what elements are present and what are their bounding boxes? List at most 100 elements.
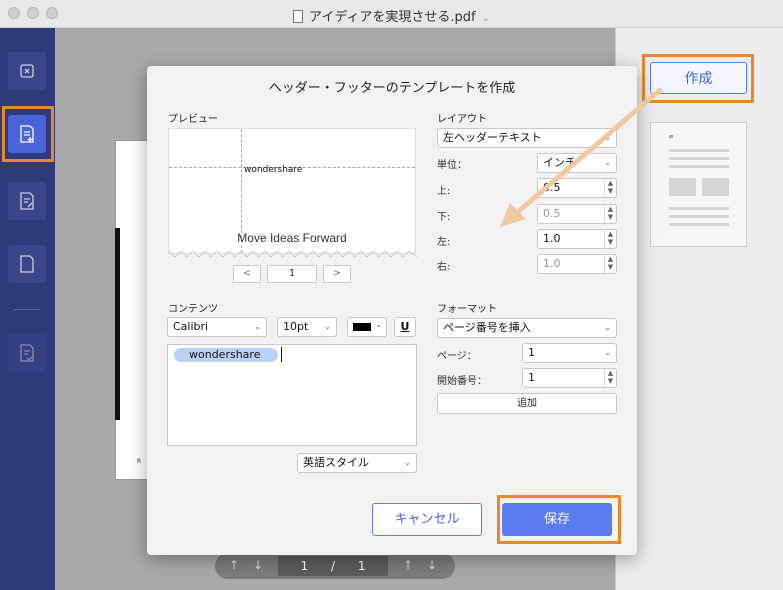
left-margin-label: 左:: [437, 237, 451, 248]
create-highlight-box: [642, 54, 754, 103]
top-margin-stepper[interactable]: 0.5 ▲ ▼: [537, 178, 617, 198]
last-page-icon[interactable]: ↓: [427, 558, 437, 572]
bottom-margin-stepper[interactable]: 0.5 ▲ ▼: [537, 204, 617, 224]
template-thumbnail[interactable]: [650, 122, 747, 247]
chevron-down-icon: ⌄: [604, 323, 611, 332]
blank-page-button[interactable]: [8, 245, 46, 283]
chevron-down-icon: ⌄: [404, 458, 411, 467]
page-format-label: ページ：: [437, 351, 477, 362]
content-editor[interactable]: wondershare: [167, 344, 417, 446]
cancel-button[interactable]: キャンセル: [372, 503, 482, 536]
stepper-arrows-icon[interactable]: ▲ ▼: [604, 369, 616, 387]
window-titlebar: アイディアを実現させる.pdf ⌄: [0, 0, 783, 28]
left-margin-stepper[interactable]: 1.0 ▲ ▼: [537, 229, 617, 249]
chevron-down-icon: ⌄: [604, 158, 611, 167]
style-value: 英語スタイル: [303, 456, 369, 469]
thumb-line: [669, 165, 729, 168]
start-number-label: 開始番号：: [437, 376, 487, 387]
preview-page-field[interactable]: 1: [267, 265, 317, 283]
contents-label: コンテンツ: [168, 304, 218, 315]
preview-label: プレビュー: [168, 114, 218, 125]
page-indicator[interactable]: 1 / 1: [278, 556, 388, 576]
font-size-value: 10pt: [283, 320, 309, 333]
checklist-document-icon: [20, 344, 34, 362]
chevron-down-icon: ⌄: [254, 322, 261, 331]
preview-next-button[interactable]: >: [323, 265, 351, 283]
pdf-file-icon: [292, 10, 303, 23]
font-select[interactable]: Calibri ⌄: [167, 317, 267, 337]
style-select[interactable]: 英語スタイル ⌄: [297, 453, 417, 473]
save-highlight-box: [497, 495, 621, 544]
bottom-margin-value: 0.5: [543, 207, 561, 220]
add-button[interactable]: 追加: [437, 393, 617, 414]
preview-pane: wondershare Move Ideas Forward: [168, 128, 417, 257]
top-margin-label: 上:: [437, 186, 451, 197]
content-token-chip[interactable]: wondershare: [174, 348, 278, 362]
start-number-value: 1: [528, 371, 535, 384]
chevron-down-icon[interactable]: ⌄: [482, 13, 490, 24]
stepper-arrows-icon[interactable]: ▲ ▼: [604, 255, 616, 273]
chevron-down-icon: ⌄: [604, 348, 611, 357]
left-margin-value: 1.0: [543, 232, 561, 245]
header-position-value: 左ヘッダーテキスト: [443, 131, 542, 144]
header-footer-template-dialog: ヘッダー・フッターのテンプレートを作成 プレビュー wondershare Mo…: [147, 66, 637, 555]
total-pages: 1: [357, 559, 366, 573]
chevron-down-icon: ⌄: [604, 133, 611, 142]
stepper-arrows-icon[interactable]: ▲ ▼: [604, 230, 616, 248]
unit-label: 単位：: [437, 160, 467, 171]
page-separator: /: [330, 559, 336, 573]
page-navigator: ↑ ↓ 1 / 1 ↑ ↓: [215, 553, 455, 579]
preview-header-text: wondershare: [244, 165, 303, 175]
first-page-icon[interactable]: ↑: [229, 558, 239, 572]
document-page-mark: R: [137, 458, 142, 465]
insert-page-number-value: ページ番号を挿入: [443, 321, 531, 334]
right-margin-label: 右:: [437, 262, 451, 273]
right-panel: [615, 28, 783, 590]
format-label: フォーマット: [437, 304, 497, 315]
window-title: アイディアを実現させる.pdf ⌄: [0, 6, 783, 25]
right-margin-value: 1.0: [543, 257, 561, 270]
preview-prev-button[interactable]: <: [233, 265, 261, 283]
layout-label: レイアウト: [437, 114, 487, 125]
text-cursor: [281, 347, 282, 362]
page-format-select[interactable]: 1 ⌄: [522, 343, 617, 363]
checklist-document-button[interactable]: [8, 334, 46, 372]
window-title-text: アイディアを実現させる.pdf: [308, 10, 476, 25]
thumb-line: [669, 223, 729, 226]
preview-body-text: Move Ideas Forward: [237, 231, 347, 245]
top-margin-value: 0.5: [543, 181, 561, 194]
sidebar-divider: [14, 309, 40, 310]
dialog-title: ヘッダー・フッターのテンプレートを作成: [268, 81, 516, 96]
chevron-down-icon: ⌄: [324, 322, 331, 331]
thumb-mark: [669, 135, 673, 138]
stepper-arrows-icon[interactable]: ▲ ▼: [604, 205, 616, 223]
chevron-down-icon: ⌄: [375, 320, 382, 329]
page-format-value: 1: [528, 346, 535, 359]
thumb-line: [669, 157, 729, 160]
start-number-stepper[interactable]: 1 ▲ ▼: [522, 368, 617, 388]
right-margin-stepper[interactable]: 1.0 ▲ ▼: [537, 254, 617, 274]
edit-document-icon: [20, 192, 34, 210]
underline-button[interactable]: U: [394, 317, 416, 337]
unit-select[interactable]: インチ ⌄: [537, 153, 617, 173]
blank-page-icon: [20, 255, 34, 273]
close-box-icon: [20, 64, 34, 78]
current-page: 1: [300, 559, 309, 573]
document-page-edge: [115, 228, 120, 420]
next-page-icon[interactable]: ↑: [403, 558, 413, 572]
thumb-line: [669, 215, 729, 218]
thumb-line: [669, 149, 729, 152]
insert-page-number-select[interactable]: ページ番号を挿入 ⌄: [437, 318, 617, 338]
thumb-block: [669, 178, 696, 196]
stepper-arrows-icon[interactable]: ▲ ▼: [604, 179, 616, 197]
close-document-button[interactable]: [8, 52, 46, 90]
prev-page-icon[interactable]: ↓: [253, 558, 263, 572]
bottom-margin-label: 下:: [437, 212, 451, 223]
thumb-block: [702, 178, 729, 196]
font-size-select[interactable]: 10pt ⌄: [277, 317, 337, 337]
edit-document-button[interactable]: [8, 182, 46, 220]
header-position-select[interactable]: 左ヘッダーテキスト ⌄: [437, 128, 617, 148]
color-swatch: [353, 323, 371, 331]
font-value: Calibri: [173, 320, 209, 333]
text-color-picker[interactable]: ⌄: [347, 317, 387, 337]
